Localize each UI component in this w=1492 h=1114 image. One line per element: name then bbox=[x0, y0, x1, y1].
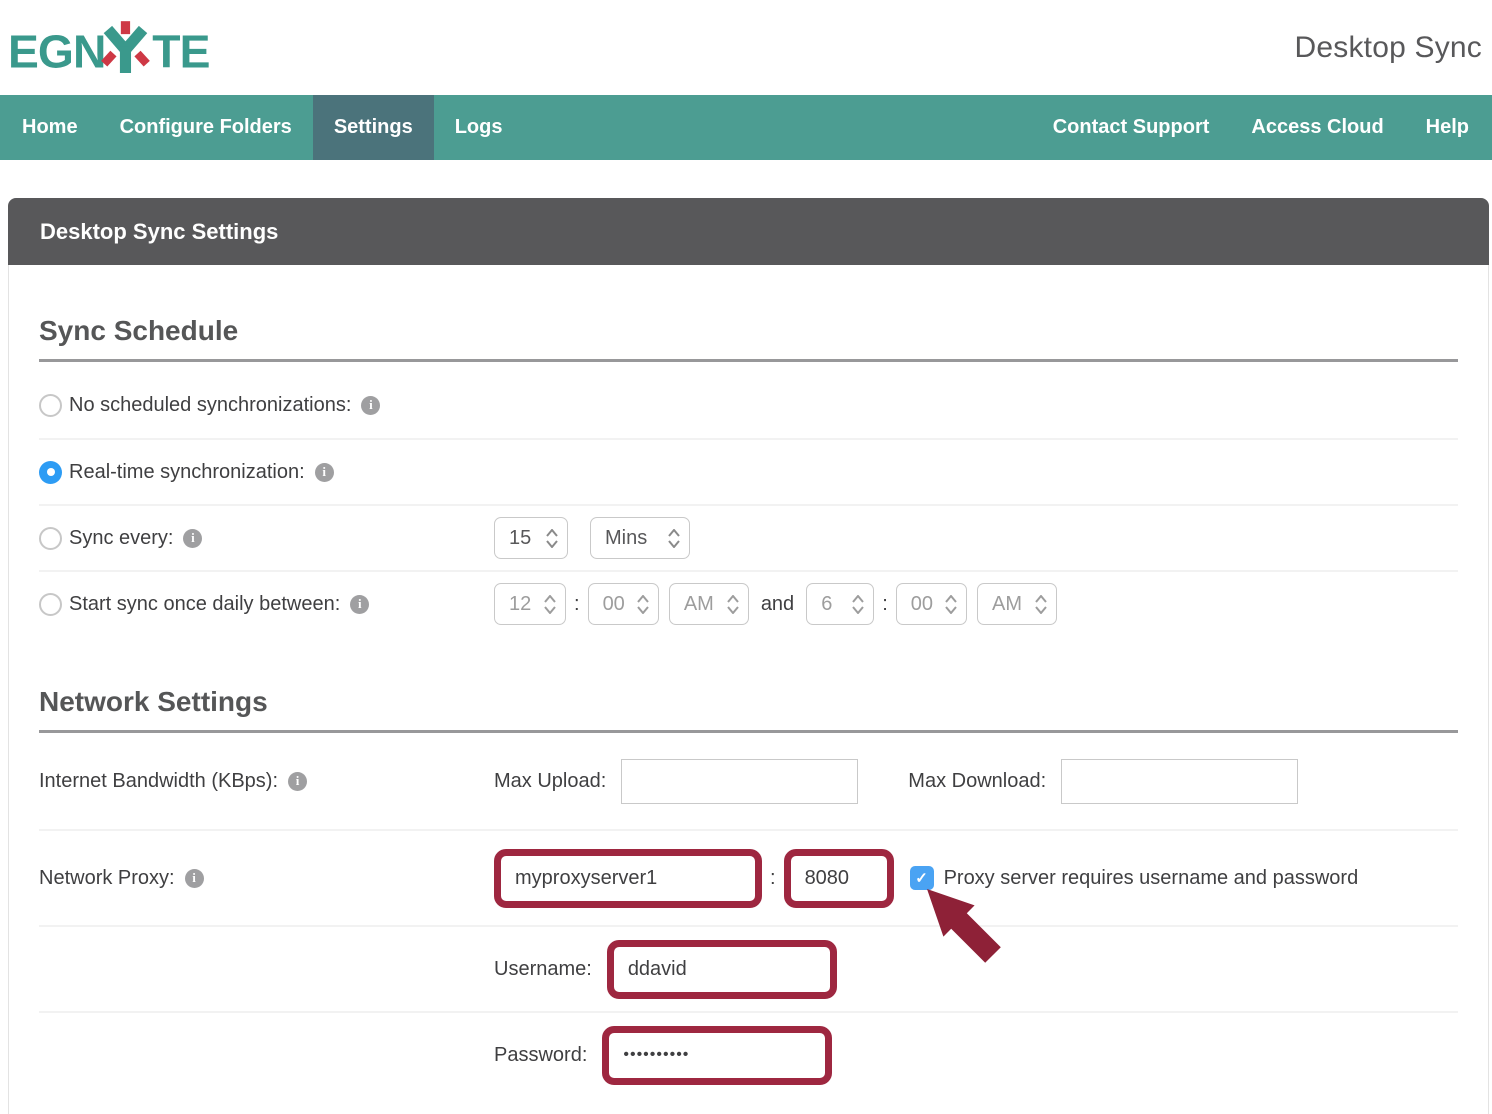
max-download-label: Max Download: bbox=[908, 770, 1046, 793]
option-row-no-sync: No scheduled synchronizations: i bbox=[39, 372, 1458, 438]
info-icon[interactable]: i bbox=[183, 529, 202, 548]
check-icon: ✓ bbox=[915, 869, 928, 887]
chevron-up-down-icon bbox=[668, 529, 680, 548]
and-text: and bbox=[761, 593, 794, 616]
proxy-auth-checkbox[interactable]: ✓ bbox=[910, 866, 934, 890]
info-icon[interactable]: i bbox=[185, 869, 204, 888]
network-proxy-label: Network Proxy: bbox=[39, 867, 175, 890]
proxy-host-highlight bbox=[494, 849, 762, 908]
nav-item-contact-support[interactable]: Contact Support bbox=[1032, 95, 1231, 160]
username-row: Username: bbox=[39, 925, 1458, 1011]
password-row: Password: bbox=[39, 1011, 1458, 1097]
sync-unit-stepper[interactable]: Mins bbox=[590, 517, 690, 559]
info-icon[interactable]: i bbox=[350, 595, 369, 614]
max-upload-label: Max Upload: bbox=[494, 770, 606, 793]
radio-realtime[interactable] bbox=[39, 461, 62, 484]
option-row-realtime: Real-time synchronization: i bbox=[39, 438, 1458, 504]
chevron-up-down-icon bbox=[637, 595, 649, 614]
proxy-colon: : bbox=[770, 867, 776, 890]
panel-title: Desktop Sync Settings bbox=[40, 219, 278, 245]
nav-item-settings[interactable]: Settings bbox=[313, 95, 434, 160]
section-rule bbox=[39, 359, 1458, 362]
option-label: Start sync once daily between: bbox=[69, 593, 340, 616]
nav-item-home[interactable]: Home bbox=[0, 95, 99, 160]
bandwidth-row: Internet Bandwidth (KBps): i Max Upload:… bbox=[39, 733, 1458, 829]
end-hour-stepper[interactable]: 6 bbox=[806, 583, 874, 625]
nav-item-logs[interactable]: Logs bbox=[434, 95, 524, 160]
main-navbar: Home Configure Folders Settings Logs Con… bbox=[0, 95, 1492, 160]
max-download-input[interactable] bbox=[1061, 759, 1298, 804]
chevron-up-down-icon bbox=[546, 529, 558, 548]
chevron-up-down-icon bbox=[727, 595, 739, 614]
option-row-sync-every: Sync every: i 15 Mins bbox=[39, 504, 1458, 570]
top-header: EGN TE Desktop Sync bbox=[0, 0, 1492, 95]
info-icon[interactable]: i bbox=[315, 463, 334, 482]
egnyte-logo[interactable]: EGN TE bbox=[8, 18, 230, 78]
password-label: Password: bbox=[494, 1044, 587, 1067]
nav-item-configure-folders[interactable]: Configure Folders bbox=[99, 95, 313, 160]
info-icon[interactable]: i bbox=[361, 396, 380, 415]
network-settings-rows: Internet Bandwidth (KBps): i Max Upload:… bbox=[39, 733, 1458, 1097]
app-title: Desktop Sync bbox=[1295, 31, 1484, 65]
chevron-up-down-icon bbox=[1035, 595, 1047, 614]
sync-interval-stepper[interactable]: 15 bbox=[494, 517, 568, 559]
logo-text-right: TE bbox=[152, 25, 209, 77]
sync-schedule-title: Sync Schedule bbox=[39, 265, 1458, 347]
option-row-daily: Start sync once daily between: i 12 : 00 bbox=[39, 570, 1458, 636]
nav-item-access-cloud[interactable]: Access Cloud bbox=[1230, 95, 1404, 160]
nav-left: Home Configure Folders Settings Logs bbox=[0, 95, 524, 160]
radio-sync-every[interactable] bbox=[39, 527, 62, 550]
panel-body: Sync Schedule No scheduled synchronizati… bbox=[8, 265, 1489, 1114]
nav-item-help[interactable]: Help bbox=[1405, 95, 1492, 160]
end-ampm-stepper[interactable]: AM bbox=[977, 583, 1057, 625]
chevron-up-down-icon bbox=[945, 595, 957, 614]
settings-panel: Desktop Sync Settings Sync Schedule No s… bbox=[8, 198, 1489, 1114]
nav-right: Contact Support Access Cloud Help bbox=[1032, 95, 1492, 160]
bandwidth-label: Internet Bandwidth (KBps): bbox=[39, 770, 278, 793]
max-upload-input[interactable] bbox=[621, 759, 858, 804]
proxy-port-highlight bbox=[784, 849, 894, 908]
radio-daily[interactable] bbox=[39, 593, 62, 616]
sync-schedule-rows: No scheduled synchronizations: i Real-ti… bbox=[39, 372, 1458, 636]
chevron-up-down-icon bbox=[544, 595, 556, 614]
logo-y-icon bbox=[104, 21, 147, 73]
egnyte-logo-graphic: EGN TE bbox=[8, 18, 230, 78]
chevron-up-down-icon bbox=[852, 595, 864, 614]
proxy-row: Network Proxy: i : ✓ Proxy server requir… bbox=[39, 829, 1458, 925]
password-highlight bbox=[602, 1026, 832, 1085]
username-input[interactable] bbox=[616, 949, 828, 990]
username-label: Username: bbox=[494, 958, 592, 981]
end-minute-stepper[interactable]: 00 bbox=[896, 583, 967, 625]
start-ampm-stepper[interactable]: AM bbox=[669, 583, 749, 625]
panel-header: Desktop Sync Settings bbox=[8, 198, 1489, 265]
start-hour-stepper[interactable]: 12 bbox=[494, 583, 566, 625]
time-colon: : bbox=[882, 593, 888, 616]
proxy-port-input[interactable] bbox=[793, 858, 885, 899]
radio-no-sync[interactable] bbox=[39, 394, 62, 417]
proxy-host-input[interactable] bbox=[503, 858, 753, 899]
username-highlight bbox=[607, 940, 837, 999]
proxy-auth-label: Proxy server requires username and passw… bbox=[944, 867, 1359, 890]
password-input[interactable] bbox=[611, 1035, 823, 1076]
info-icon[interactable]: i bbox=[288, 772, 307, 791]
option-label: Real-time synchronization: bbox=[69, 461, 305, 484]
time-colon: : bbox=[574, 593, 580, 616]
start-minute-stepper[interactable]: 00 bbox=[588, 583, 659, 625]
network-settings-title: Network Settings bbox=[39, 636, 1458, 718]
option-label: Sync every: bbox=[69, 527, 173, 550]
option-label: No scheduled synchronizations: bbox=[69, 394, 351, 417]
logo-text-left: EGN bbox=[8, 25, 105, 77]
